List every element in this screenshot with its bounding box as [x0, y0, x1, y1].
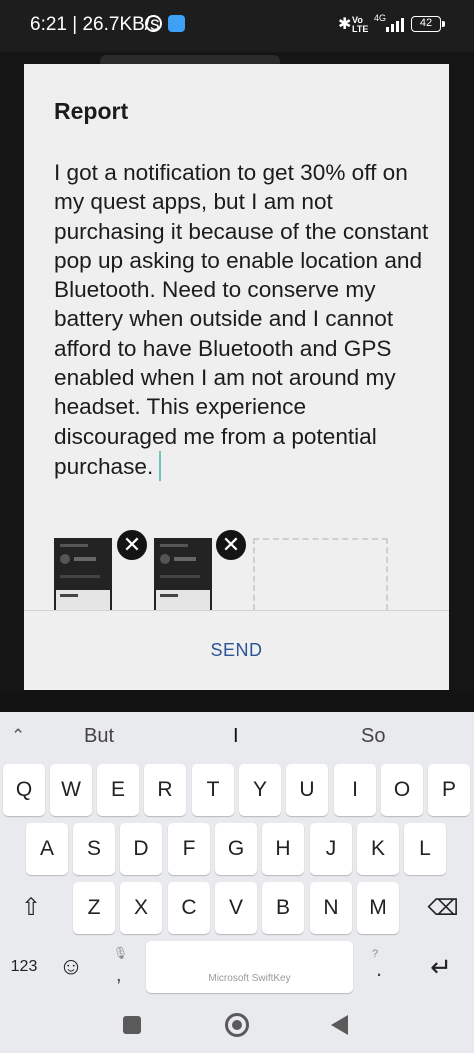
volte-badge: Vo LTE — [352, 16, 368, 34]
battery-icon: 42 — [411, 16, 445, 32]
space-bar[interactable]: Microsoft SwiftKey — [146, 941, 353, 993]
alarm-icon — [145, 15, 162, 32]
comma-key[interactable]: , — [116, 964, 122, 987]
key-s[interactable]: S — [73, 823, 115, 875]
send-button[interactable]: SEND — [24, 630, 449, 670]
dialog-divider — [24, 610, 449, 611]
numbers-key[interactable]: 123 — [2, 941, 46, 993]
key-n[interactable]: N — [310, 882, 352, 934]
key-l[interactable]: L — [404, 823, 446, 875]
period-key[interactable]: . — [376, 956, 382, 982]
key-c[interactable]: C — [168, 882, 210, 934]
space-bar-label: Microsoft SwiftKey — [208, 973, 291, 984]
keyboard: ⌃ But I So Q W E R T Y U I O P A S D F G… — [0, 712, 474, 1002]
background-strip — [0, 690, 474, 712]
mic-icon: 🎙 — [113, 946, 129, 960]
status-bar: 6:21 | 26.7KB/s ✱ Vo LTE 4G 42 — [0, 0, 474, 52]
screen: 6:21 | 26.7KB/s ✱ Vo LTE 4G 42 Report I g… — [0, 0, 474, 1053]
key-a[interactable]: A — [26, 823, 68, 875]
key-i[interactable]: I — [334, 764, 376, 816]
key-r[interactable]: R — [144, 764, 186, 816]
key-p[interactable]: P — [428, 764, 470, 816]
suggestion-middle[interactable]: I — [233, 725, 239, 748]
key-k[interactable]: K — [357, 823, 399, 875]
back-button[interactable] — [331, 1015, 348, 1035]
remove-attachment-button[interactable]: ✕ — [115, 528, 149, 562]
key-j[interactable]: J — [310, 823, 352, 875]
dialog-title: Report — [54, 98, 129, 124]
recent-apps-button[interactable] — [123, 1016, 141, 1034]
key-v[interactable]: V — [215, 882, 257, 934]
home-button[interactable] — [225, 1013, 249, 1037]
add-attachment-slot[interactable] — [253, 538, 388, 610]
key-o[interactable]: O — [381, 764, 423, 816]
text-cursor — [159, 450, 162, 481]
app-notification-icon — [168, 15, 185, 32]
expand-toolbar-icon[interactable]: ⌃ — [11, 726, 25, 746]
key-t[interactable]: T — [192, 764, 234, 816]
enter-key[interactable]: ↵ — [416, 941, 466, 993]
bluetooth-icon: ✱ — [338, 16, 352, 33]
key-q[interactable]: Q — [3, 764, 45, 816]
suggestion-left[interactable]: But — [84, 725, 114, 748]
attachment-thumbnail[interactable] — [54, 538, 112, 610]
attachment-thumbnail[interactable] — [154, 538, 212, 610]
network-type: 4G — [374, 13, 387, 23]
suggestion-right[interactable]: So — [361, 725, 385, 748]
status-time-speed: 6:21 | 26.7KB/s — [30, 14, 160, 35]
key-y[interactable]: Y — [239, 764, 281, 816]
report-text: I got a notification to get 30% off on m… — [54, 160, 429, 479]
backspace-key[interactable]: ⌫ — [418, 882, 468, 934]
key-x[interactable]: X — [120, 882, 162, 934]
shift-key[interactable]: ⇧ — [6, 882, 56, 934]
emoji-key[interactable]: ☺ — [50, 941, 92, 993]
key-d[interactable]: D — [120, 823, 162, 875]
navigation-bar — [0, 1002, 474, 1053]
key-b[interactable]: B — [262, 882, 304, 934]
volte-bottom: LTE — [352, 24, 369, 34]
key-z[interactable]: Z — [73, 882, 115, 934]
report-dialog: Report I got a notification to get 30% o… — [24, 64, 449, 690]
key-m[interactable]: M — [357, 882, 399, 934]
key-e[interactable]: E — [97, 764, 139, 816]
remove-attachment-button[interactable]: ✕ — [214, 528, 248, 562]
key-w[interactable]: W — [50, 764, 92, 816]
key-f[interactable]: F — [168, 823, 210, 875]
signal-icon — [386, 18, 406, 32]
key-g[interactable]: G — [215, 823, 257, 875]
key-u[interactable]: U — [286, 764, 328, 816]
report-text-input[interactable]: I got a notification to get 30% off on m… — [54, 158, 434, 481]
key-h[interactable]: H — [262, 823, 304, 875]
suggestion-bar: ⌃ But I So — [0, 712, 474, 760]
